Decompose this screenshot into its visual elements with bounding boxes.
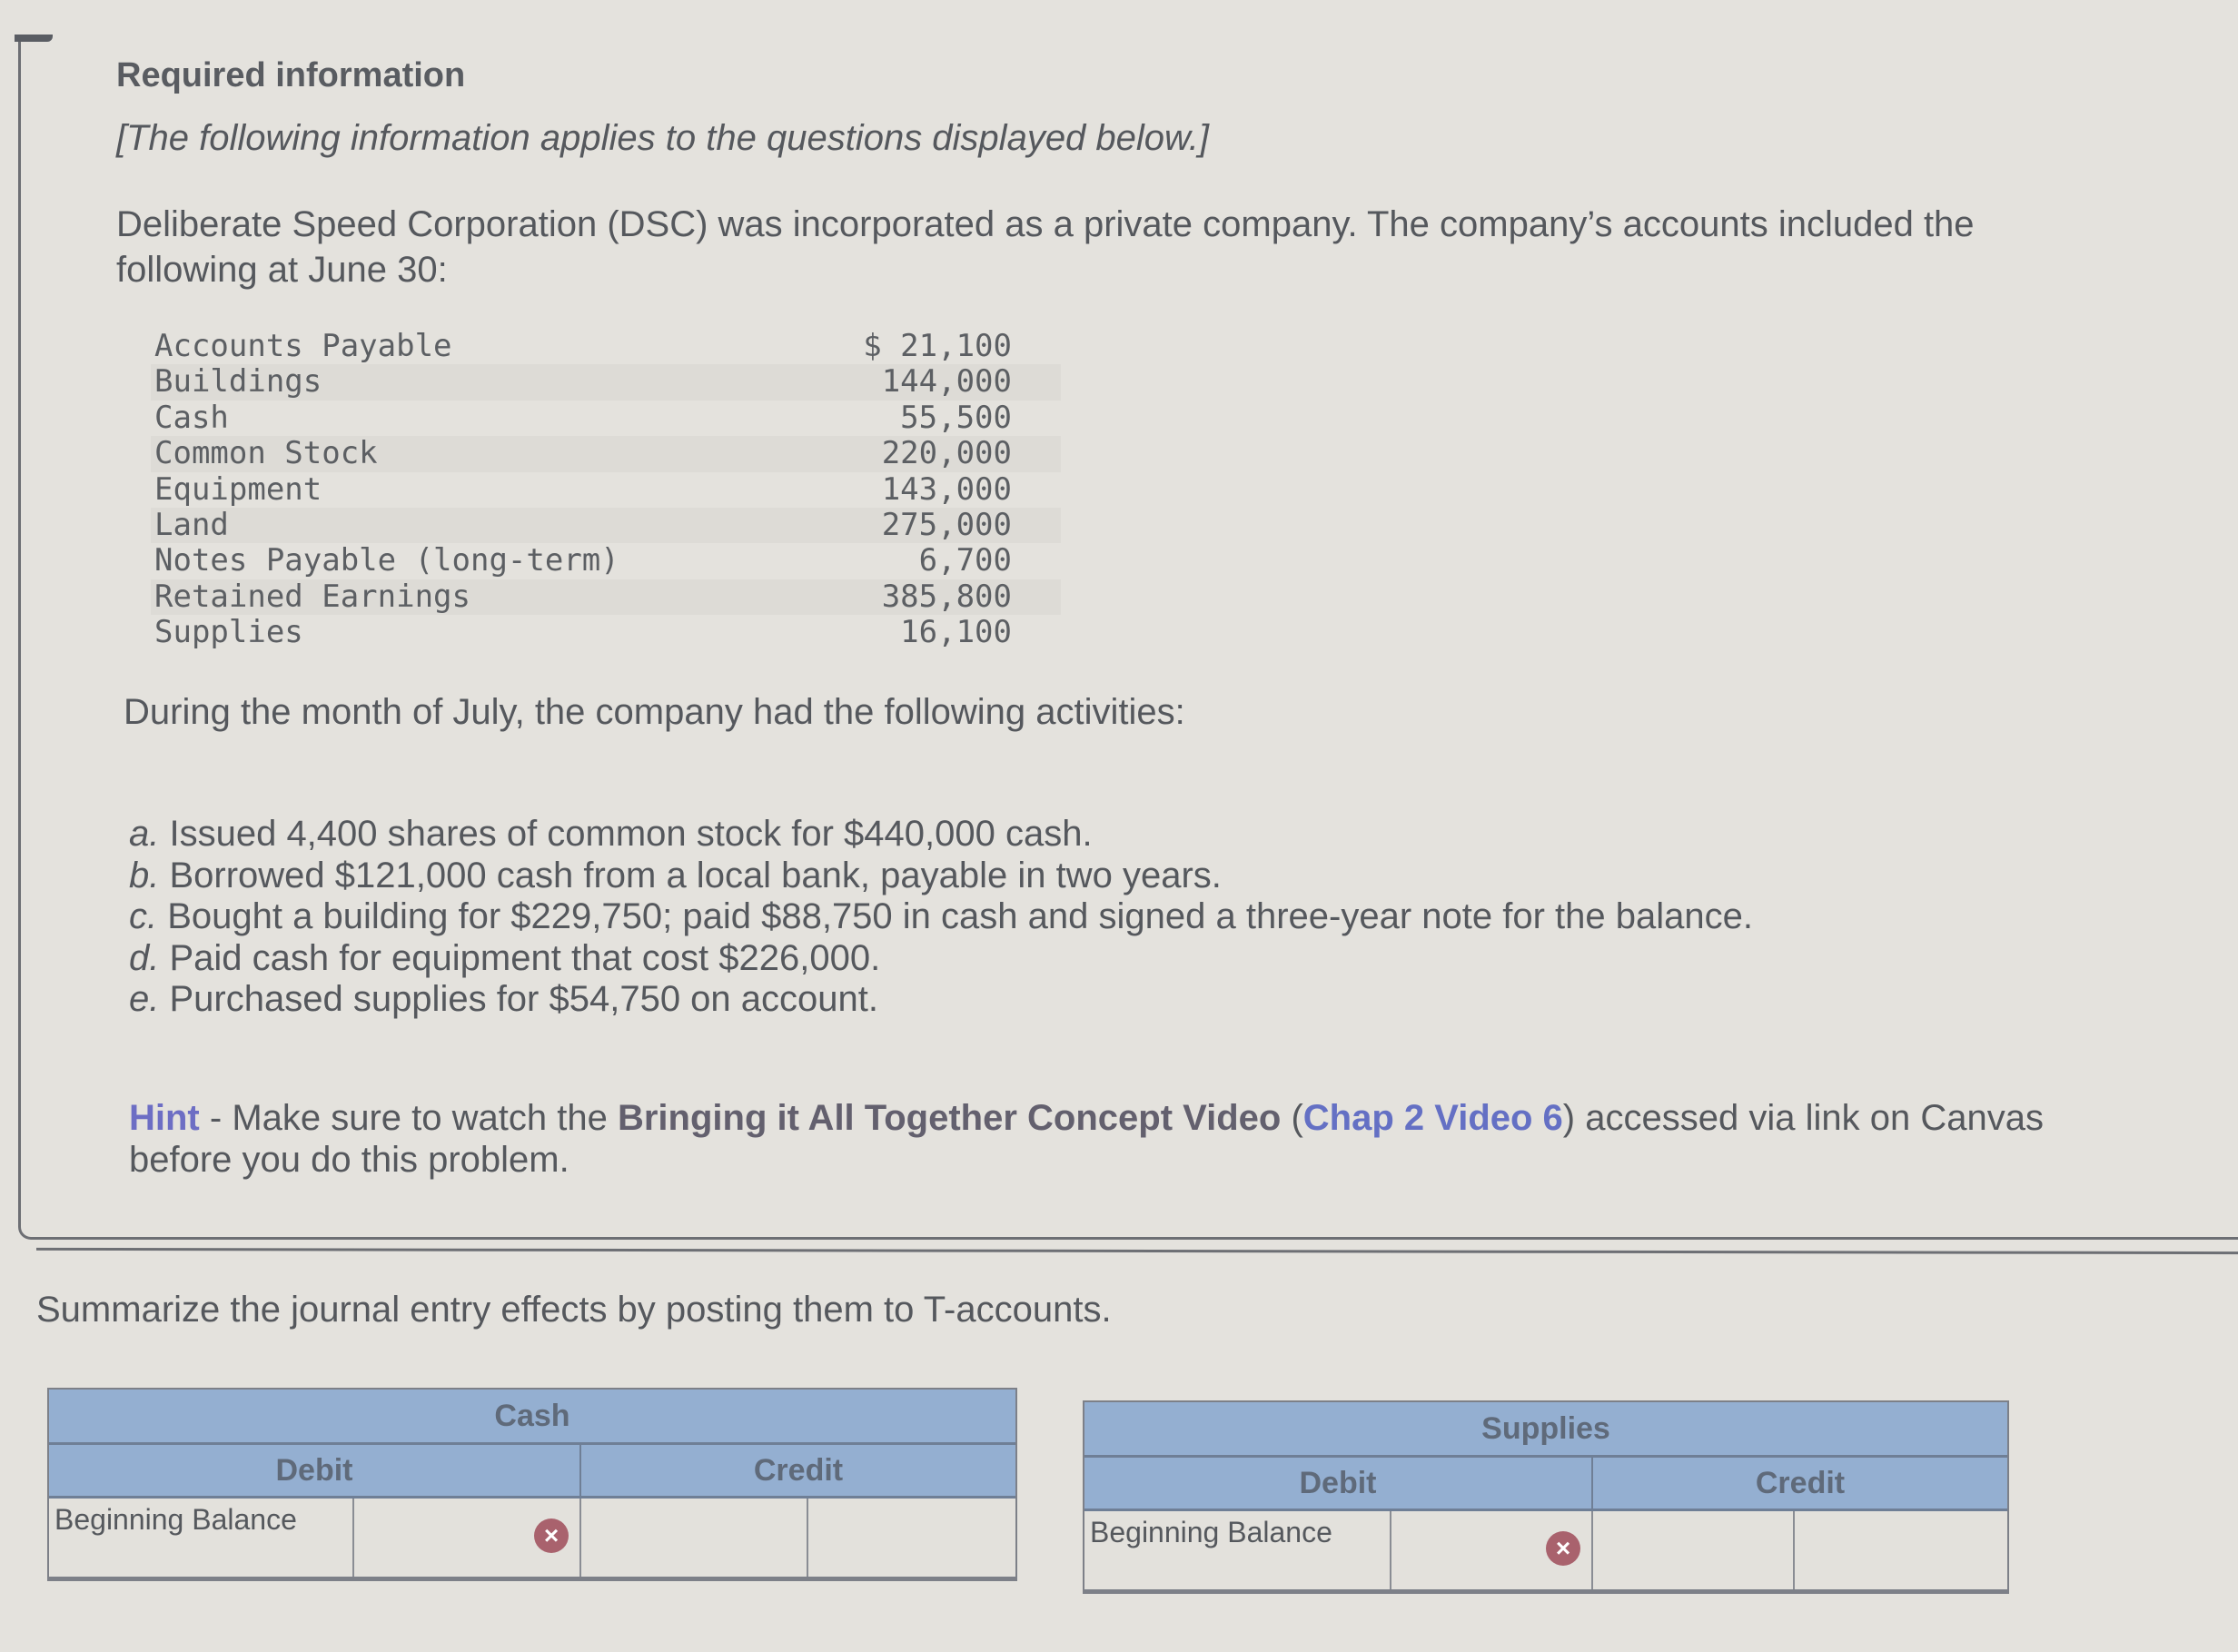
account-amount: 55,500	[900, 399, 1012, 436]
credit-amount-input[interactable]	[1795, 1511, 2007, 1589]
activity-text: Paid cash for equipment that cost $226,0…	[159, 937, 881, 978]
activity-letter: e.	[129, 979, 160, 1019]
account-row: Accounts Payable $ 21,100	[151, 328, 1061, 364]
credit-amount-input[interactable]	[808, 1499, 1015, 1577]
account-name: Land	[154, 506, 229, 543]
activity-letter: c.	[129, 896, 158, 936]
t-account-row: Beginning Balance ×	[1084, 1511, 2007, 1592]
account-row: Retained Earnings 385,800	[151, 578, 1061, 616]
hint-pre: - Make sure to watch the	[199, 1098, 618, 1138]
t-account-title: Cash	[49, 1390, 1015, 1445]
hint-open-paren: (	[1281, 1098, 1303, 1138]
account-amount: 385,800	[881, 578, 1012, 615]
activity-item: e. Purchased supplies for $54,750 on acc…	[129, 979, 2036, 1021]
activity-item: a. Issued 4,400 shares of common stock f…	[129, 814, 2036, 856]
account-row: Notes Payable (long-term) 6,700	[151, 542, 1061, 579]
t-account-supplies: Supplies Debit Credit Beginning Balance …	[1083, 1400, 2009, 1594]
account-name: Notes Payable (long-term)	[154, 542, 619, 579]
account-row: Equipment 143,000	[151, 470, 1061, 508]
activity-letter: a.	[129, 814, 160, 854]
account-amount: 6,700	[918, 542, 1012, 579]
instructions: Summarize the journal entry effects by p…	[36, 1290, 1112, 1330]
credit-header: Credit	[753, 1452, 844, 1488]
account-balances-table: Accounts Payable $ 21,100 Buildings 144,00…	[151, 328, 1061, 651]
section-divider	[35, 1247, 2238, 1255]
credit-label-input[interactable]	[1593, 1511, 1795, 1589]
account-amount: 275,000	[881, 506, 1012, 543]
hint-video-title: Bringing it All Together Concept Video	[617, 1098, 1282, 1138]
account-name: Supplies	[154, 614, 303, 651]
account-amount: 144,000	[881, 363, 1012, 401]
t-account-subheader: Debit Credit	[49, 1445, 1015, 1499]
account-name: Cash	[154, 399, 229, 436]
account-name: Equipment	[154, 470, 322, 508]
beginning-balance-label: Beginning Balance	[54, 1503, 297, 1536]
credit-label-input[interactable]	[581, 1499, 808, 1577]
account-row: Buildings 144,000	[151, 363, 1061, 401]
activity-item: b. Borrowed $121,000 cash from a local b…	[129, 856, 2036, 897]
row-label-cell: Beginning Balance	[1084, 1511, 1391, 1589]
debit-amount-input[interactable]: ×	[354, 1499, 581, 1577]
row-label-cell: Beginning Balance	[49, 1499, 354, 1577]
t-account-cash: Cash Debit Credit Beginning Balance ×	[47, 1388, 1017, 1581]
activities-list: a. Issued 4,400 shares of common stock f…	[129, 814, 2036, 1021]
t-account-row: Beginning Balance ×	[49, 1499, 1015, 1579]
panel-corner-marker	[15, 35, 53, 42]
hint-label: Hint	[129, 1098, 200, 1138]
account-row: Cash 55,500	[151, 399, 1061, 436]
activity-letter: d.	[129, 937, 160, 978]
account-row: Common Stock 220,000	[151, 435, 1061, 472]
account-row: Supplies 16,100	[151, 614, 1061, 651]
debit-header: Debit	[1084, 1458, 1593, 1509]
account-name: Accounts Payable	[154, 328, 452, 364]
incorrect-x-icon: ×	[534, 1518, 569, 1553]
credit-header: Credit	[1755, 1465, 1846, 1500]
required-information-title: Required information	[116, 56, 466, 94]
activity-text: Issued 4,400 shares of common stock for …	[159, 814, 1093, 854]
account-amount: 16,100	[900, 614, 1012, 651]
account-amount: $ 21,100	[863, 328, 1012, 364]
account-name: Common Stock	[154, 435, 378, 472]
hint-video-link[interactable]: Chap 2 Video 6	[1303, 1098, 1563, 1138]
incorrect-x-icon: ×	[1546, 1531, 1580, 1566]
activity-item: d. Paid cash for equipment that cost $22…	[129, 938, 2036, 980]
activity-text: Purchased supplies for $54,750 on accoun…	[159, 979, 878, 1019]
activity-item: c. Bought a building for $229,750; paid …	[129, 896, 2036, 938]
info-subtitle: [The following information applies to th…	[116, 118, 1209, 158]
problem-intro: Deliberate Speed Corporation (DSC) was i…	[116, 204, 1975, 290]
t-account-subheader: Debit Credit	[1084, 1458, 2007, 1511]
activity-letter: b.	[129, 855, 160, 895]
debit-amount-input[interactable]: ×	[1391, 1511, 1593, 1589]
account-row: Land 275,000	[151, 506, 1061, 544]
beginning-balance-label: Beginning Balance	[1090, 1516, 1332, 1548]
activity-text: Borrowed $121,000 cash from a local bank…	[159, 855, 1222, 895]
debit-header: Debit	[49, 1445, 581, 1496]
activity-text: Bought a building for $229,750; paid $88…	[157, 896, 1753, 936]
account-amount: 220,000	[881, 435, 1012, 472]
hint-text: Hint - Make sure to watch the Bringing i…	[129, 1097, 2082, 1181]
activities-intro: During the month of July, the company ha…	[124, 692, 1185, 732]
account-name: Buildings	[154, 363, 322, 401]
t-account-title: Supplies	[1084, 1402, 2007, 1458]
account-name: Retained Earnings	[154, 578, 470, 615]
account-amount: 143,000	[881, 470, 1012, 508]
